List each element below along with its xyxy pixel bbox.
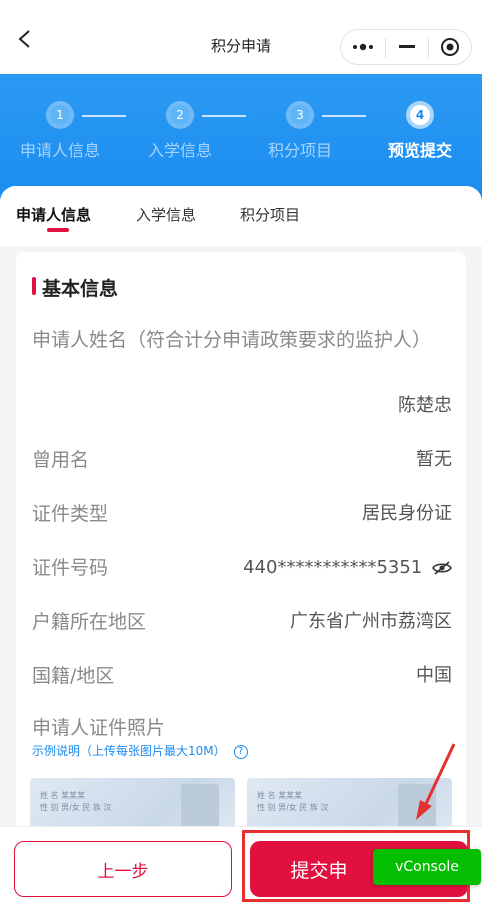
close-target-icon[interactable]: [429, 30, 471, 64]
former-name-value: 暂无: [416, 449, 452, 470]
household-value: 广东省广州市荔湾区: [290, 611, 452, 632]
previous-step-button[interactable]: 上一步: [14, 841, 232, 897]
id-photo-text: 姓 名 某某某 性 别 男/女 民 族 汉: [257, 790, 328, 814]
guardian-name-value: 陈楚忠: [398, 395, 452, 416]
id-number-row: 440***********5351: [243, 554, 452, 582]
basic-info-card: 基本信息 申请人姓名（符合计分申请政策要求的监护人） 陈楚忠 曾用名 暂无 证件…: [16, 252, 466, 826]
photo-hint-text: 示例说明（上传每张图片最大10M）: [32, 744, 226, 758]
id-photo-line: 姓 名 某某某: [257, 791, 303, 800]
step-number: 2: [170, 105, 190, 125]
tab-points-items[interactable]: 积分项目: [240, 204, 300, 225]
section-title: 基本信息: [32, 274, 118, 301]
section-title-text: 基本信息: [42, 278, 119, 300]
step-label: 申请人信息: [19, 141, 100, 160]
navigation-bar: 积分申请: [0, 0, 482, 74]
id-photo-line: 姓 名 某某某: [40, 791, 86, 800]
id-type-label: 证件类型: [32, 503, 109, 525]
step-number: 4: [410, 105, 430, 125]
id-photo-line: 性 别 男/女 民 族 汉: [257, 803, 329, 812]
id-photo-portrait: [181, 784, 219, 826]
tab-applicant-info[interactable]: 申请人信息: [16, 204, 91, 225]
step-connector: [82, 115, 126, 117]
id-photo-front[interactable]: 姓 名 某某某 性 别 男/女 民 族 汉: [30, 778, 235, 826]
step-number: 3: [290, 105, 310, 125]
step-4-active: 4 预览提交: [370, 101, 470, 161]
household-label: 户籍所在地区: [32, 611, 147, 633]
section-marker: [32, 277, 36, 295]
step-connector: [322, 115, 366, 117]
nationality-label: 国籍/地区: [32, 665, 115, 687]
step-2: 2 入学信息: [130, 101, 230, 161]
annotation-arrow-icon: [416, 743, 456, 820]
vconsole-button[interactable]: vConsole: [373, 849, 481, 885]
id-photo-text: 姓 名 某某某 性 别 男/女 民 族 汉: [40, 790, 111, 814]
id-number-label: 证件号码: [32, 557, 109, 579]
guardian-name-label: 申请人姓名（符合计分申请政策要求的监护人）: [32, 329, 432, 351]
tab-enrollment-info[interactable]: 入学信息: [136, 204, 196, 225]
photo-hint-link[interactable]: 示例说明（上传每张图片最大10M）?: [32, 742, 248, 759]
more-menu-icon[interactable]: [341, 30, 385, 64]
step-label: 积分项目: [267, 141, 332, 160]
active-tab-indicator: [47, 228, 69, 232]
former-name-label: 曾用名: [32, 449, 90, 471]
step-3: 3 积分项目: [250, 101, 350, 161]
miniprogram-capsule: [340, 29, 472, 65]
id-type-value: 居民身份证: [362, 503, 452, 524]
help-icon[interactable]: ?: [233, 744, 248, 759]
section-tabs: 申请人信息 入学信息 积分项目: [0, 186, 482, 246]
photo-label: 申请人证件照片: [32, 717, 166, 739]
eye-slash-icon[interactable]: [432, 561, 452, 575]
step-1: 1 申请人信息: [10, 101, 110, 161]
step-label: 入学信息: [147, 141, 212, 160]
id-number-value: 440***********5351: [243, 557, 423, 578]
step-number: 1: [50, 105, 70, 125]
id-photo-line: 性 别 男/女 民 族 汉: [40, 803, 112, 812]
step-connector: [202, 115, 246, 117]
step-label: 预览提交: [387, 141, 452, 160]
nationality-value: 中国: [416, 665, 452, 686]
content-sheet: 申请人信息 入学信息 积分项目 基本信息 申请人姓名（符合计分申请政策要求的监护…: [0, 186, 482, 826]
minimize-icon[interactable]: [386, 30, 428, 64]
